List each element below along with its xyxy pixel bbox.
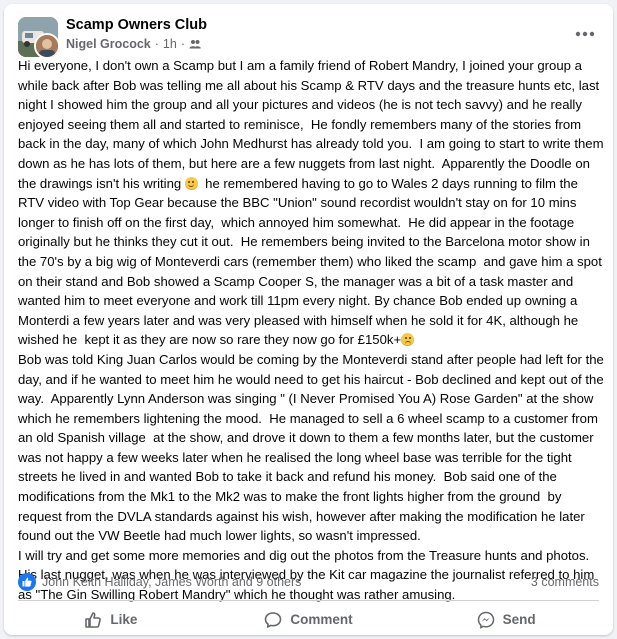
person-photo-icon: [36, 35, 58, 57]
post-meta: Nigel Grocock · 1h ·: [66, 37, 201, 51]
more-horizontal-icon: [575, 31, 595, 37]
post-paragraph: he remembered having to go to Wales 2 da…: [18, 175, 606, 348]
thumbs-up-icon: [85, 611, 102, 628]
meta-separator: ·: [154, 37, 159, 51]
post-paragraph: Bob was told King Juan Carlos would be c…: [18, 351, 608, 544]
post-body: Hi everyone, I don't own a Scamp but I a…: [18, 56, 604, 605]
group-avatar[interactable]: [18, 17, 58, 57]
smiley-emoji-icon: [184, 176, 198, 190]
comments-count-link[interactable]: 3 comments: [531, 575, 599, 589]
divider: [18, 600, 599, 601]
send-label: Send: [502, 612, 536, 627]
reactions-bar: John Keith Halliday, James Worth and 9 o…: [18, 571, 599, 593]
post-header: Scamp Owners Club Nigel Grocock · 1h ·: [4, 4, 613, 60]
messenger-icon: [477, 611, 494, 629]
post-card: Scamp Owners Club Nigel Grocock · 1h · H…: [4, 4, 613, 635]
meta-separator: ·: [180, 37, 185, 51]
comment-bubble-icon: [265, 611, 282, 628]
like-reaction-icon[interactable]: [18, 573, 36, 591]
reactors-summary[interactable]: John Keith Halliday, James Worth and 9 o…: [42, 575, 301, 589]
post-actions: Like Comment Send: [12, 604, 605, 635]
author-avatar[interactable]: [34, 33, 58, 57]
sad-emoji-icon: [401, 333, 415, 347]
post-paragraph: Hi everyone, I don't own a Scamp but I a…: [18, 58, 608, 191]
more-options-button[interactable]: [569, 18, 601, 50]
comment-button[interactable]: Comment: [210, 604, 408, 635]
thumbs-up-icon: [22, 577, 32, 587]
comment-label: Comment: [290, 612, 353, 627]
author-name-link[interactable]: Nigel Grocock: [66, 37, 151, 51]
like-label: Like: [110, 612, 138, 627]
send-button[interactable]: Send: [407, 604, 605, 635]
group-name-link[interactable]: Scamp Owners Club: [66, 17, 207, 33]
audience-group-icon[interactable]: [189, 38, 201, 50]
post-timestamp[interactable]: 1h: [163, 37, 177, 51]
like-button[interactable]: Like: [12, 604, 210, 635]
